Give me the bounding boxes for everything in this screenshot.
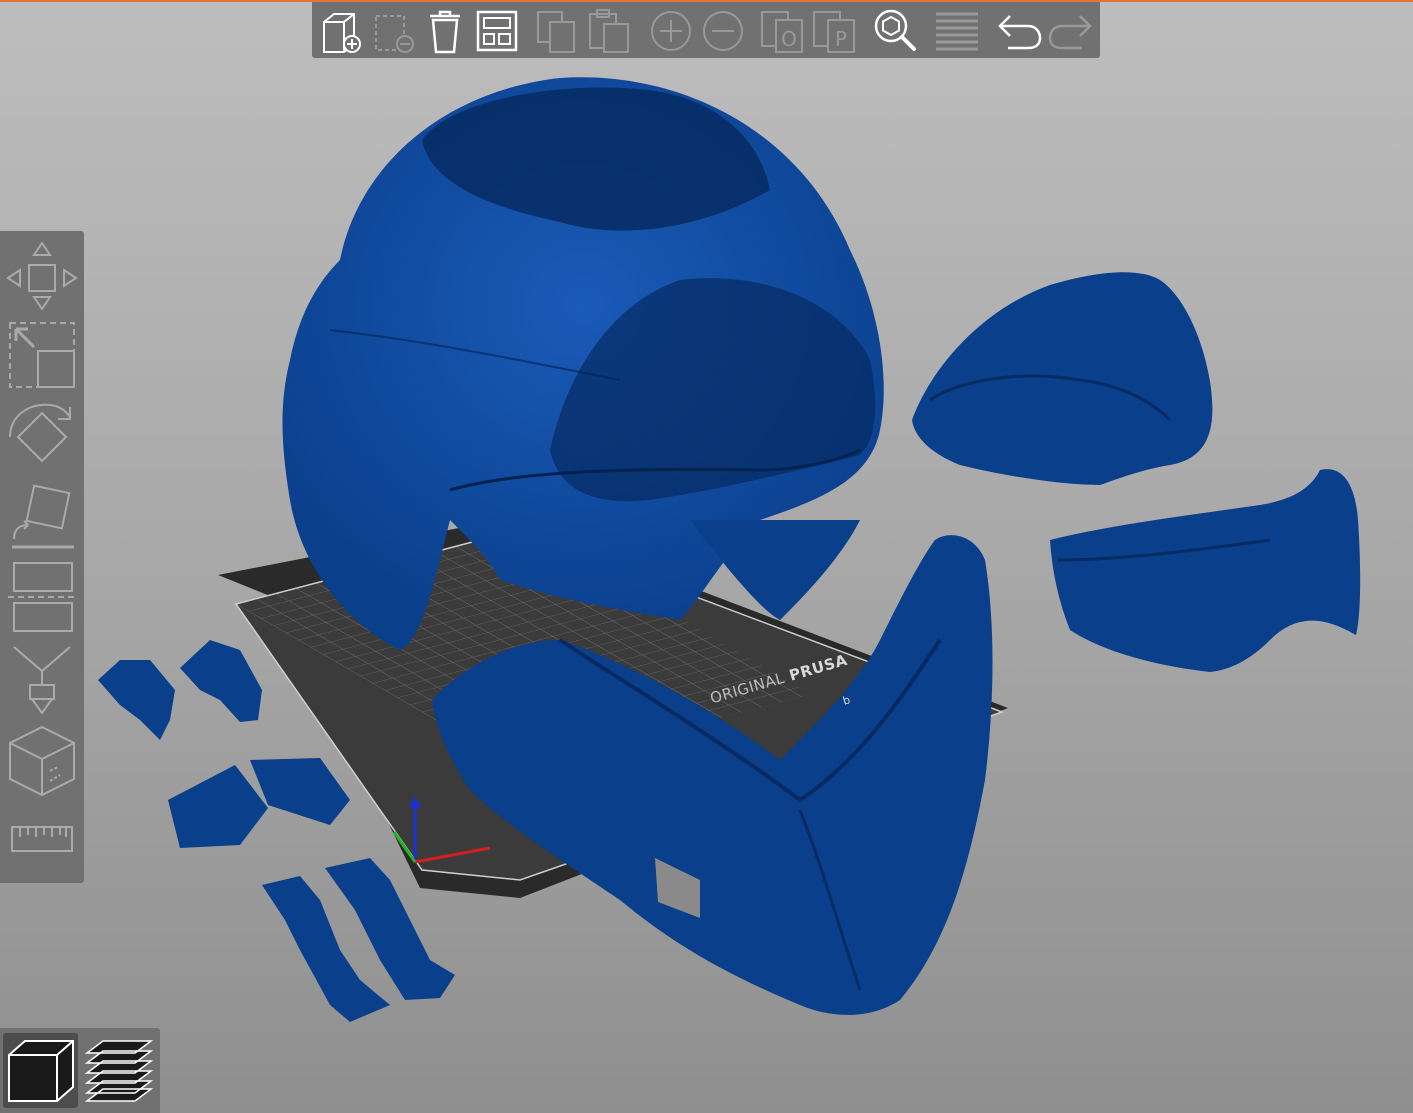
split-to-objects-icon[interactable]: O <box>758 6 808 56</box>
scene <box>98 77 1361 1022</box>
move-icon[interactable] <box>4 237 80 313</box>
helmet-shell-model[interactable] <box>282 77 884 650</box>
delete-icon[interactable] <box>368 6 418 56</box>
delete-all-icon[interactable] <box>420 6 470 56</box>
split-to-parts-icon[interactable]: P <box>810 6 860 56</box>
copy-icon[interactable] <box>532 6 582 56</box>
visor-lower-model[interactable] <box>1050 469 1361 672</box>
svg-text:O: O <box>781 27 797 51</box>
top-toolbar: O P <box>312 2 1100 58</box>
add-icon[interactable] <box>316 6 366 56</box>
layers-editing-icon[interactable] <box>932 6 982 56</box>
place-on-face-icon[interactable] <box>4 477 80 553</box>
measure-icon[interactable] <box>4 807 80 871</box>
paste-icon[interactable] <box>584 6 634 56</box>
visor-top-model[interactable] <box>912 272 1213 485</box>
cut-icon[interactable] <box>4 557 80 637</box>
3d-view-icon[interactable] <box>3 1033 78 1108</box>
paint-supports-icon[interactable] <box>4 641 80 717</box>
3d-viewport[interactable]: ORIGINAL PRUSA b O P <box>0 0 1413 1113</box>
undo-icon[interactable] <box>994 6 1044 56</box>
rotate-icon[interactable] <box>4 397 80 473</box>
svg-text:P: P <box>835 27 847 51</box>
arrange-icon[interactable] <box>472 6 522 56</box>
scale-icon[interactable] <box>4 317 80 393</box>
left-toolbar <box>0 231 84 883</box>
search-icon[interactable] <box>870 6 920 56</box>
seam-painting-icon[interactable] <box>4 721 80 801</box>
remove-instance-icon[interactable] <box>698 6 748 56</box>
redo-icon[interactable] <box>1046 6 1096 56</box>
add-instance-icon[interactable] <box>646 6 696 56</box>
preview-icon[interactable] <box>81 1033 156 1108</box>
view-toolbar <box>0 1028 160 1113</box>
